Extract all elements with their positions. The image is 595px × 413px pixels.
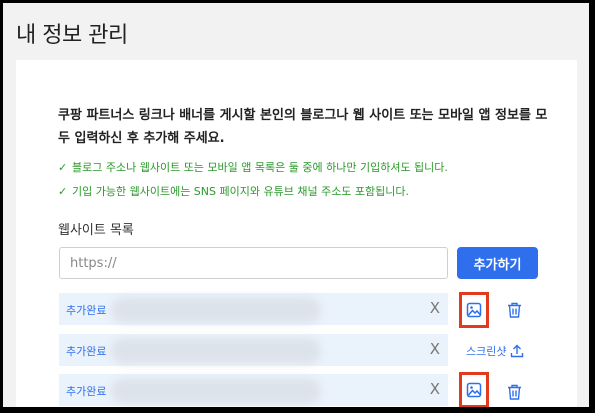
trash-icon — [507, 302, 521, 318]
row-status: 추가완료 — [66, 385, 107, 398]
notice-item: ✓ 블로그 주소나 웹사이트 또는 모바일 앱 목록은 둘 중에 하나만 기입하셔… — [58, 161, 448, 175]
row-status: 추가완료 — [66, 345, 107, 358]
screenshot-label: 스크린샷 — [466, 345, 507, 358]
website-url-input[interactable] — [59, 247, 448, 279]
notice-item: ✓ 기입 가능한 웹사이트에는 SNS 페이지와 유튜브 채널 주소도 포함됩니다… — [58, 185, 409, 199]
redacted-url — [111, 378, 321, 404]
delete-button[interactable] — [505, 383, 523, 401]
image-icon — [466, 382, 482, 398]
notice-text: 기입 가능한 웹사이트에는 SNS 페이지와 유튜브 채널 주소도 포함됩니다. — [72, 185, 410, 198]
intro-text: 쿠팡 파트너스 링크나 배너를 게시할 본인의 블로그나 웹 사이트 또는 모바… — [58, 108, 548, 146]
notice-text: 블로그 주소나 웹사이트 또는 모바일 앱 목록은 둘 중에 하나만 기입하셔도… — [72, 161, 448, 174]
website-list-label: 웹사이트 목록 — [58, 223, 134, 238]
page-title: 내 정보 관리 — [16, 23, 128, 48]
trash-icon — [507, 384, 521, 400]
remove-row-button[interactable]: X — [430, 299, 440, 317]
image-icon — [466, 302, 482, 318]
window: 내 정보 관리 쿠팡 파트너스 링크나 배너를 게시할 본인의 블로그나 웹 사… — [3, 3, 589, 407]
screenshot-upload-button[interactable]: 스크린샷 — [466, 343, 524, 359]
check-icon: ✓ — [58, 161, 68, 174]
upload-icon — [511, 344, 524, 358]
row-status: 추가완료 — [66, 304, 107, 317]
image-button[interactable] — [459, 292, 489, 328]
remove-row-button[interactable]: X — [430, 340, 440, 358]
redacted-url — [111, 338, 321, 364]
website-row: 추가완료 X — [59, 293, 448, 325]
check-icon: ✓ — [58, 185, 68, 198]
add-website-button[interactable]: 추가하기 — [457, 247, 538, 279]
remove-row-button[interactable]: X — [430, 380, 440, 398]
website-row: 추가완료 X — [59, 374, 448, 406]
delete-button[interactable] — [505, 301, 523, 319]
website-row: 추가완료 X — [59, 334, 448, 366]
redacted-url — [111, 297, 321, 323]
image-button[interactable] — [459, 372, 489, 407]
info-panel: 쿠팡 파트너스 링크나 배너를 게시할 본인의 블로그나 웹 사이트 또는 모바… — [16, 60, 577, 407]
